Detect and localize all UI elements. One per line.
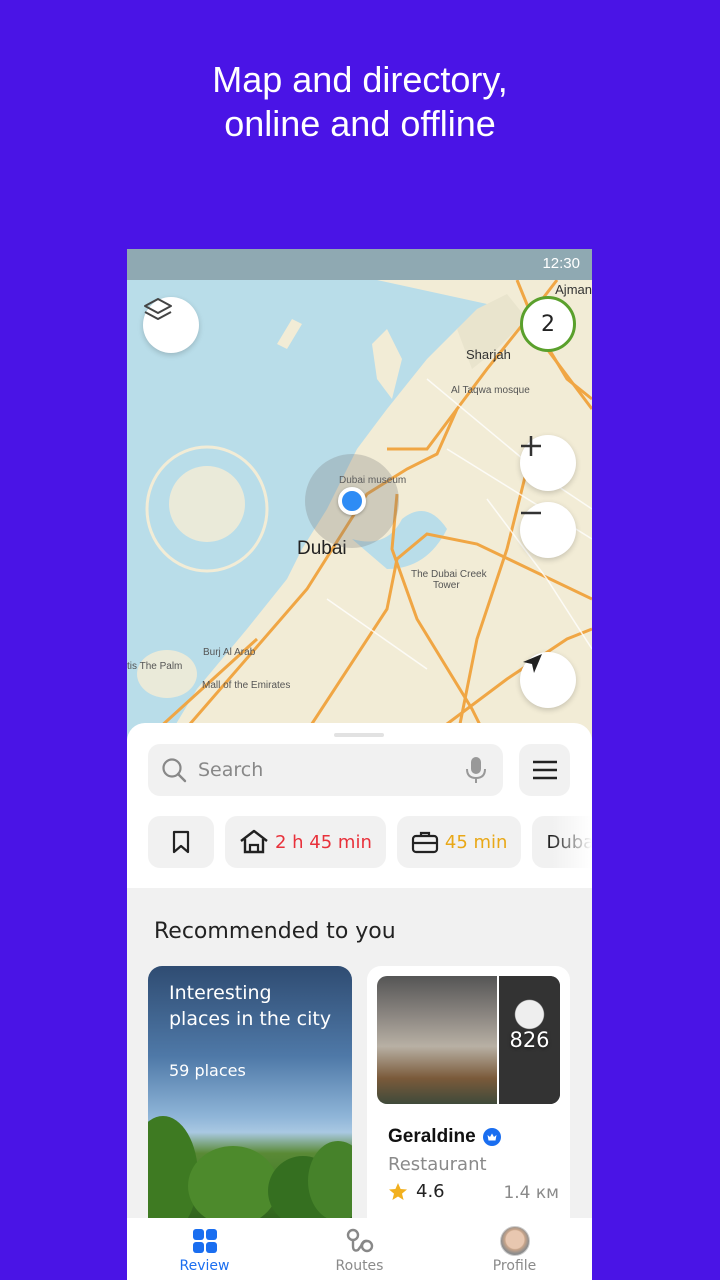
- map-label-atlantis: tis The Palm: [127, 661, 183, 672]
- routes-icon: [346, 1228, 373, 1253]
- verified-badge-icon: [482, 1128, 501, 1146]
- grid-icon: [192, 1229, 217, 1253]
- map-view[interactable]: Ajman Sharjah Al Taqwa mosque Dubai muse…: [127, 249, 592, 739]
- navigation-arrow-icon: [523, 654, 542, 673]
- chips-fade: [552, 816, 592, 868]
- hamburger-menu-icon: [532, 760, 557, 780]
- zoom-in-button[interactable]: [520, 435, 576, 491]
- briefcase-icon: [411, 831, 438, 854]
- collection-title: Interesting places in the city: [169, 982, 332, 1030]
- place-name-row: Geraldine: [388, 1126, 502, 1148]
- status-time: 12:30: [542, 255, 580, 272]
- map-label-creek-tower-1: The Dubai Creek: [411, 569, 487, 580]
- map-label-sharjah: Sharjah: [466, 347, 511, 362]
- promo-headline-line-1: Map and directory,: [212, 59, 508, 100]
- map-label-creek-tower-2: Tower: [433, 580, 460, 591]
- phone-screen: 12:30 Ajman Sharjah Al Taqwa mosque Duba…: [127, 249, 592, 1280]
- tab-profile[interactable]: Profile: [437, 1218, 592, 1280]
- status-bar: 12:30: [127, 249, 592, 280]
- tab-profile-label: Profile: [492, 1258, 537, 1274]
- star-icon: [389, 1182, 407, 1200]
- chip-home-time: 2 h 45 min: [275, 831, 372, 853]
- promo-headline: Map and directory, online and offline: [0, 58, 720, 146]
- place-name: Geraldine: [388, 1126, 476, 1147]
- layers-icon: [144, 298, 172, 320]
- tab-routes-label: Routes: [335, 1258, 384, 1274]
- tab-review-label: Review: [179, 1258, 230, 1274]
- restaurant-interior-photo: [377, 976, 497, 1104]
- my-location-button[interactable]: [520, 652, 576, 708]
- place-photos[interactable]: 826: [377, 976, 560, 1104]
- recommended-title: Recommended to you: [154, 919, 396, 944]
- photo-count: 826: [509, 1028, 550, 1052]
- tab-routes[interactable]: Routes: [282, 1218, 437, 1280]
- menu-button[interactable]: [519, 744, 570, 796]
- avatar: [499, 1226, 530, 1256]
- zoom-out-button[interactable]: [520, 502, 576, 558]
- map-label-al-taqwa-mosque: Al Taqwa mosque: [451, 385, 530, 396]
- microphone-icon[interactable]: [465, 756, 487, 784]
- rating-value: 4.6: [416, 1181, 445, 1202]
- chip-bookmarks[interactable]: [148, 816, 214, 868]
- chip-home[interactable]: 2 h 45 min: [225, 816, 386, 868]
- cluster-badge[interactable]: 2: [520, 296, 576, 352]
- quick-chips: 2 h 45 min 45 min Duba: [148, 816, 592, 868]
- layers-button[interactable]: [143, 297, 199, 353]
- bottom-tab-bar: Review Routes Profile: [127, 1218, 592, 1280]
- sheet-grabber[interactable]: [334, 733, 384, 737]
- map-label-mall-of-the-emirates: Mall of the Emirates: [202, 680, 291, 691]
- tab-review[interactable]: Review: [127, 1218, 282, 1280]
- place-category: Restaurant: [388, 1154, 487, 1175]
- food-photo: 826: [499, 976, 560, 1104]
- place-card[interactable]: 826 Geraldine Restaurant 4.6 1.4 км: [367, 966, 570, 1236]
- collection-card[interactable]: Interesting places in the city 59 places: [148, 966, 352, 1226]
- collection-count: 59 places: [169, 1061, 246, 1080]
- minus-icon: [521, 511, 541, 515]
- tree-image: [188, 1146, 278, 1226]
- plus-icon: [521, 436, 541, 456]
- chip-work[interactable]: 45 min: [396, 816, 522, 868]
- map-label-burj-al-arab: Burj Al Arab: [203, 647, 256, 658]
- place-distance: 1.4 км: [503, 1183, 559, 1203]
- bookmark-icon: [172, 830, 190, 854]
- search-icon: [162, 758, 187, 783]
- bottom-sheet: Search 2 h 45 min 45 min: [127, 723, 592, 888]
- search-input[interactable]: Search: [148, 744, 503, 796]
- home-icon: [240, 829, 268, 854]
- place-rating: 4.6: [388, 1181, 445, 1202]
- my-location-marker[interactable]: [338, 487, 366, 515]
- chip-work-time: 45 min: [444, 831, 508, 853]
- promo-headline-line-2: online and offline: [224, 103, 496, 144]
- search-placeholder: Search: [198, 759, 264, 781]
- map-label-ajman: Ajman: [555, 282, 592, 297]
